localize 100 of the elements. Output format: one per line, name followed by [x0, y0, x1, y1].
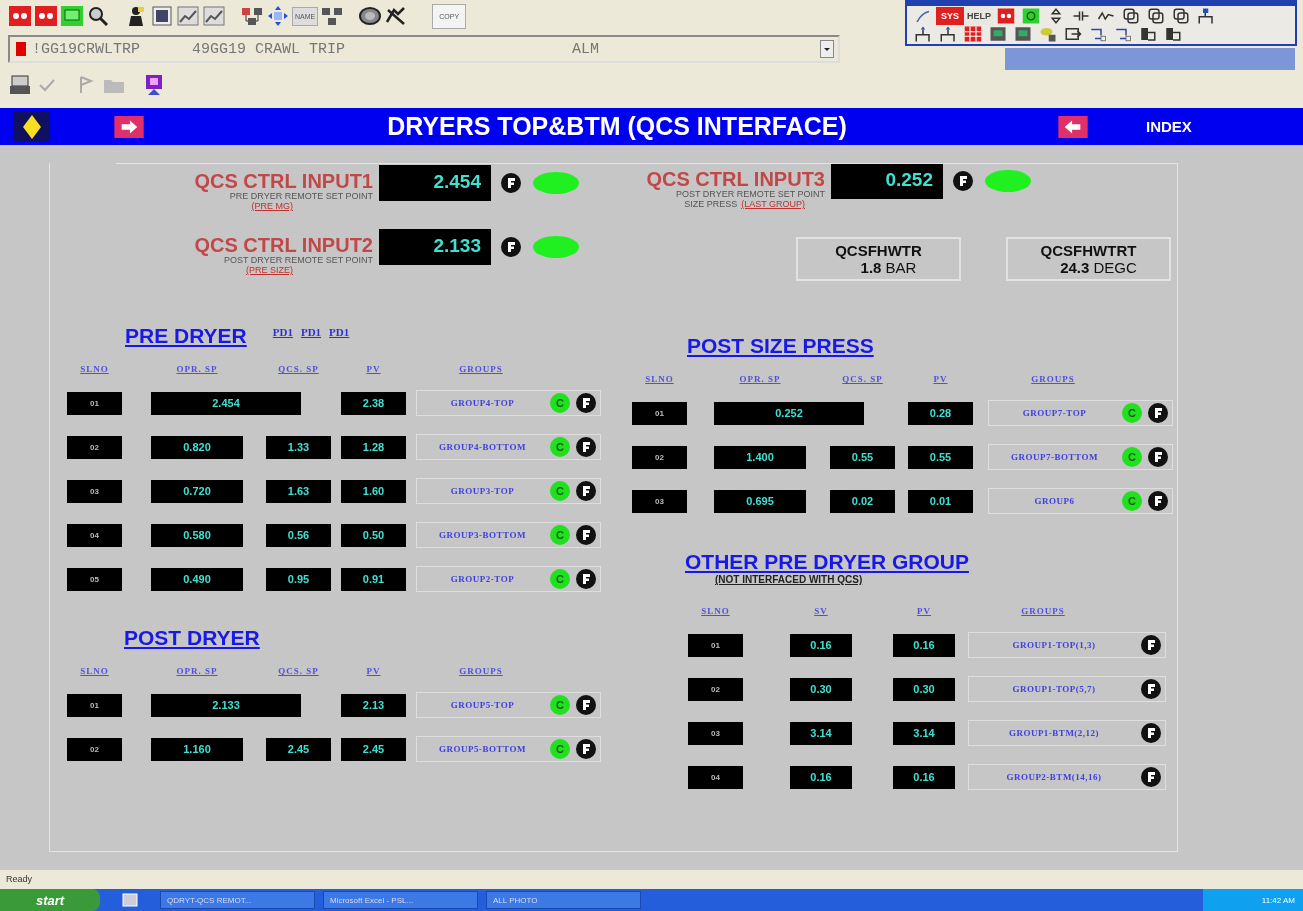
value-display[interactable]: 0.720 [151, 479, 243, 503]
value-display[interactable]: 0.252 [831, 163, 943, 199]
taskbar-item[interactable]: ALL PHOTO [486, 891, 641, 909]
value-display[interactable]: 1.160 [151, 737, 243, 761]
value-display[interactable]: 2.133 [151, 693, 301, 717]
input-link[interactable]: (LAST GROUP) [741, 199, 805, 209]
column-header[interactable]: GROUPS [988, 374, 1118, 384]
column-header[interactable]: OPR. SP [151, 666, 243, 676]
value-display[interactable]: 0.16 [790, 633, 852, 657]
faceplate-icon[interactable] [1141, 679, 1161, 699]
faceplate-icon[interactable] [1141, 767, 1161, 787]
document-icon[interactable] [150, 4, 174, 28]
faceplate-icon[interactable] [1141, 635, 1161, 655]
value-display[interactable]: 0.580 [151, 523, 243, 547]
value-display[interactable]: 0.30 [790, 677, 852, 701]
column-header[interactable]: SLNO [632, 374, 687, 384]
value-display[interactable]: 2.454 [379, 165, 491, 201]
column-header[interactable]: SV [790, 606, 852, 616]
value-display[interactable]: 0.695 [714, 489, 806, 513]
window-icon[interactable] [122, 892, 138, 908]
section-link[interactable]: PD1 [329, 326, 350, 338]
column-header[interactable]: PV [341, 666, 406, 676]
value-display[interactable]: 2.133 [379, 229, 491, 265]
column-header[interactable]: QCS. SP [266, 666, 331, 676]
value-display[interactable]: 0.820 [151, 435, 243, 459]
printer-icon[interactable] [8, 73, 32, 97]
faceplate-icon[interactable] [953, 171, 973, 191]
section-link[interactable]: PD1 [272, 326, 293, 338]
column-header[interactable]: OPR. SP [714, 374, 806, 384]
value-display[interactable]: 0.16 [790, 765, 852, 789]
group-link[interactable]: GROUP6 [993, 496, 1116, 506]
value-display[interactable]: 0.490 [151, 567, 243, 591]
sys-button[interactable]: SYS [936, 7, 964, 25]
column-header[interactable]: GROUPS [416, 364, 546, 374]
group-link[interactable]: GROUP4-BOTTOM [421, 442, 544, 452]
value-display[interactable]: 3.14 [790, 721, 852, 745]
group-link[interactable]: GROUP3-TOP [421, 486, 544, 496]
group-link[interactable]: GROUP3-BOTTOM [421, 530, 544, 540]
column-header[interactable]: SLNO [67, 666, 122, 676]
group-link[interactable]: GROUP5-BOTTOM [421, 744, 544, 754]
start-button[interactable]: start [0, 889, 100, 911]
column-header[interactable]: PV [341, 364, 406, 374]
column-header[interactable]: QCS. SP [830, 374, 895, 384]
help-button[interactable]: HELP [965, 7, 993, 25]
faceplate-icon[interactable] [576, 525, 596, 545]
alarm-panel-icon[interactable] [8, 4, 32, 28]
group-link[interactable]: GROUP7-BOTTOM [993, 452, 1116, 462]
faceplate-icon[interactable] [576, 393, 596, 413]
group-link[interactable]: GROUP1-TOP(5,7) [973, 684, 1135, 694]
faceplate-icon[interactable] [576, 569, 596, 589]
taskbar-item[interactable]: QDRYT-QCS REMOT... [160, 891, 315, 909]
control-button[interactable]: C [550, 695, 570, 715]
control-button[interactable]: C [1122, 491, 1142, 511]
value-display[interactable]: 0.252 [714, 401, 864, 425]
section-link[interactable]: PD1 [300, 326, 322, 338]
chart-icon[interactable] [176, 4, 200, 28]
column-header[interactable]: GROUPS [416, 666, 546, 676]
search-icon[interactable] [86, 4, 110, 28]
faceplate-icon[interactable] [1148, 447, 1168, 467]
taskbar-item[interactable]: Microsoft Excel - PSL... [323, 891, 478, 909]
group-link[interactable]: GROUP4-TOP [421, 398, 544, 408]
column-header[interactable]: SLNO [688, 606, 743, 616]
alarm-dropdown[interactable]: !GG19CRWLTRP 49GG19 CRAWL TRIP ALM [8, 35, 840, 63]
move-icon[interactable] [266, 4, 290, 28]
control-button[interactable]: C [1122, 447, 1142, 467]
control-button[interactable]: C [1122, 403, 1142, 423]
faceplate-icon[interactable] [1148, 403, 1168, 423]
alarm-panel-icon[interactable] [34, 4, 58, 28]
input-link[interactable]: (PRE MG) [251, 201, 293, 211]
control-button[interactable]: C [550, 739, 570, 759]
chart-icon[interactable] [202, 4, 226, 28]
faceplate-icon[interactable] [576, 695, 596, 715]
value-display[interactable]: 1.400 [714, 445, 806, 469]
column-header[interactable]: SLNO [67, 364, 122, 374]
group-link[interactable]: GROUP7-TOP [993, 408, 1116, 418]
control-button[interactable]: C [550, 437, 570, 457]
group-link[interactable]: GROUP1-TOP(1,3) [973, 640, 1135, 650]
faceplate-icon[interactable] [576, 437, 596, 457]
column-header[interactable]: OPR. SP [151, 364, 243, 374]
column-header[interactable]: GROUPS [968, 606, 1118, 616]
column-header[interactable]: QCS. SP [266, 364, 331, 374]
column-header[interactable]: PV [893, 606, 955, 616]
faceplate-icon[interactable] [501, 173, 521, 193]
group-link[interactable]: GROUP2-TOP [421, 574, 544, 584]
faceplate-icon[interactable] [1148, 491, 1168, 511]
faceplate-icon[interactable] [1141, 723, 1161, 743]
faceplate-icon[interactable] [501, 237, 521, 257]
group-link[interactable]: GROUP2-BTM(14,16) [973, 772, 1135, 782]
column-header[interactable]: PV [908, 374, 973, 384]
faceplate-icon[interactable] [576, 739, 596, 759]
index-link[interactable]: INDEX [1146, 118, 1192, 135]
control-button[interactable]: C [550, 393, 570, 413]
control-button[interactable]: C [550, 569, 570, 589]
control-button[interactable]: C [550, 481, 570, 501]
group-link[interactable]: GROUP5-TOP [421, 700, 544, 710]
disk-icon[interactable] [358, 4, 383, 28]
input-link[interactable]: (PRE SIZE) [246, 265, 293, 275]
faceplate-icon[interactable] [576, 481, 596, 501]
group-link[interactable]: GROUP1-BTM(2,12) [973, 728, 1135, 738]
control-button[interactable]: C [550, 525, 570, 545]
